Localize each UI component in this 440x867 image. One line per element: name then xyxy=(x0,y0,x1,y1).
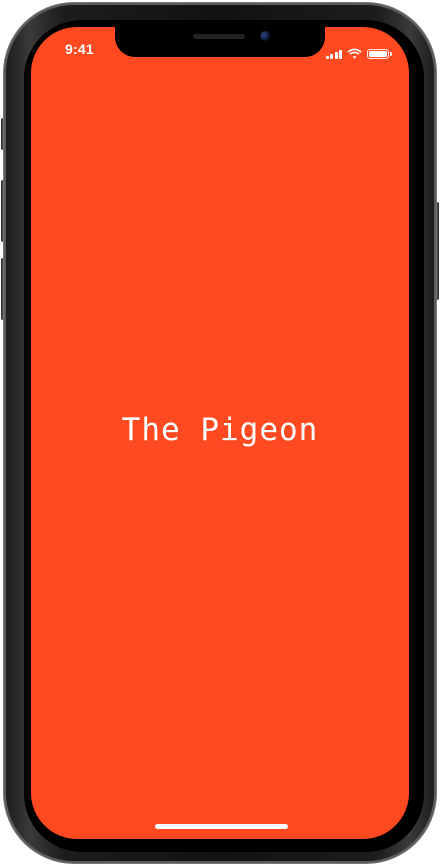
battery-icon xyxy=(367,48,392,59)
page: 9:41 The Pigeon xyxy=(0,0,440,867)
wifi-icon xyxy=(347,44,362,63)
front-camera-icon xyxy=(260,31,270,41)
cellular-signal-icon xyxy=(325,49,342,59)
app-title: The Pigeon xyxy=(121,412,319,448)
speaker-grille xyxy=(193,34,245,39)
notch xyxy=(115,27,325,57)
status-time: 9:41 xyxy=(65,41,94,57)
status-icons xyxy=(325,44,392,63)
splash-screen: 9:41 The Pigeon xyxy=(31,27,409,839)
battery-cap xyxy=(390,52,392,56)
home-indicator[interactable] xyxy=(155,824,288,829)
battery-level-fill xyxy=(369,50,387,57)
